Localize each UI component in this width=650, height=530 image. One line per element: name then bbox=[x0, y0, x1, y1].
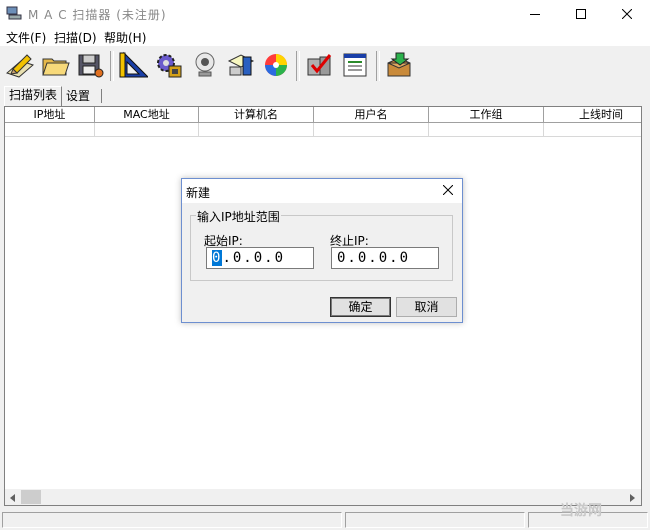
horizontal-scrollbar[interactable] bbox=[5, 489, 641, 505]
title-bar: M A C 扫描器 (未注册) bbox=[0, 0, 650, 27]
close-icon bbox=[442, 184, 454, 198]
status-pane bbox=[2, 512, 342, 528]
menu-help[interactable]: 帮助(H) bbox=[104, 29, 146, 46]
new-scan-dialog: 新建 输入IP地址范围 起始IP: 终止IP: 0.0.0.0 0.0.0.0 … bbox=[181, 178, 463, 323]
start-ip-selected-octet: 0 bbox=[212, 250, 223, 266]
dialog-title-bar: 新建 bbox=[182, 179, 462, 203]
settings-button[interactable] bbox=[152, 50, 186, 82]
pencil-icon bbox=[5, 51, 35, 82]
column-header-online-time[interactable]: 上线时间 bbox=[544, 107, 641, 123]
color-wheel-icon bbox=[261, 51, 291, 82]
tab-settings[interactable]: 设置 bbox=[62, 88, 94, 106]
list-window-icon bbox=[340, 51, 370, 82]
tab-divider bbox=[101, 89, 102, 103]
table-row bbox=[314, 123, 429, 137]
scroll-left-icon[interactable] bbox=[8, 492, 18, 506]
toolbar-separator bbox=[376, 51, 380, 81]
open-folder-icon bbox=[40, 51, 70, 82]
ok-button[interactable]: 确定 bbox=[330, 297, 391, 317]
status-pane bbox=[345, 512, 525, 528]
menu-bar: 文件(F) 扫描(D) 帮助(H) bbox=[0, 27, 650, 46]
computer-check-icon bbox=[304, 51, 334, 82]
measure-button[interactable] bbox=[116, 50, 150, 82]
camera-button[interactable] bbox=[188, 50, 222, 82]
menu-scan[interactable]: 扫描(D) bbox=[54, 29, 97, 46]
save-disk-icon bbox=[75, 51, 105, 82]
ip-range-group-label: 输入IP地址范围 bbox=[196, 208, 281, 225]
webcam-icon bbox=[190, 51, 220, 82]
column-header-mac[interactable]: MAC地址 bbox=[95, 107, 199, 123]
column-header-computer-name[interactable]: 计算机名 bbox=[199, 107, 314, 123]
table-row bbox=[429, 123, 544, 137]
export-button[interactable] bbox=[382, 50, 416, 82]
maximize-icon bbox=[576, 8, 586, 19]
maximize-button[interactable] bbox=[558, 0, 604, 27]
column-header-username[interactable]: 用户名 bbox=[314, 107, 429, 123]
table-row bbox=[5, 123, 95, 137]
start-ip-field[interactable]: 0.0.0.0 bbox=[206, 247, 314, 269]
column-header-workgroup[interactable]: 工作组 bbox=[429, 107, 544, 123]
toolbar-separator bbox=[296, 51, 300, 81]
menu-file[interactable]: 文件(F) bbox=[6, 29, 46, 46]
tab-scan-list[interactable]: 扫描列表 bbox=[4, 86, 63, 106]
ruler-triangle-icon bbox=[118, 51, 150, 82]
list-button[interactable] bbox=[338, 50, 372, 82]
table-row bbox=[544, 123, 641, 137]
user-button[interactable] bbox=[224, 50, 258, 82]
window-title: M A C 扫描器 (未注册) bbox=[28, 8, 167, 22]
pc-user-icon bbox=[226, 51, 256, 82]
table-row bbox=[95, 123, 199, 137]
toolbar bbox=[0, 46, 650, 86]
scrollbar-thumb[interactable] bbox=[21, 490, 41, 504]
cancel-button[interactable]: 取消 bbox=[396, 297, 457, 317]
dialog-title: 新建 bbox=[186, 186, 211, 200]
start-ip-rest: .0.0.0 bbox=[222, 250, 286, 266]
open-button[interactable] bbox=[38, 50, 72, 82]
close-button[interactable] bbox=[604, 0, 650, 27]
column-header-ip[interactable]: IP地址 bbox=[5, 107, 95, 123]
toolbar-separator bbox=[110, 51, 114, 81]
status-bar bbox=[0, 510, 650, 530]
color-button[interactable] bbox=[259, 50, 293, 82]
gear-chip-icon bbox=[154, 51, 184, 82]
app-icon bbox=[6, 6, 22, 20]
watermark: 当游网 bbox=[560, 503, 602, 519]
end-ip-field[interactable]: 0.0.0.0 bbox=[331, 247, 439, 269]
dialog-close-button[interactable] bbox=[438, 181, 458, 201]
scroll-right-icon[interactable] bbox=[627, 492, 637, 506]
save-button[interactable] bbox=[73, 50, 107, 82]
new-scan-button[interactable] bbox=[3, 50, 37, 82]
box-export-icon bbox=[384, 51, 414, 82]
minimize-button[interactable] bbox=[512, 0, 558, 27]
tab-strip: 扫描列表 设置 bbox=[0, 86, 650, 106]
check-button[interactable] bbox=[302, 50, 336, 82]
close-icon bbox=[622, 8, 632, 19]
table-row bbox=[199, 123, 314, 137]
minimize-icon bbox=[530, 9, 540, 19]
